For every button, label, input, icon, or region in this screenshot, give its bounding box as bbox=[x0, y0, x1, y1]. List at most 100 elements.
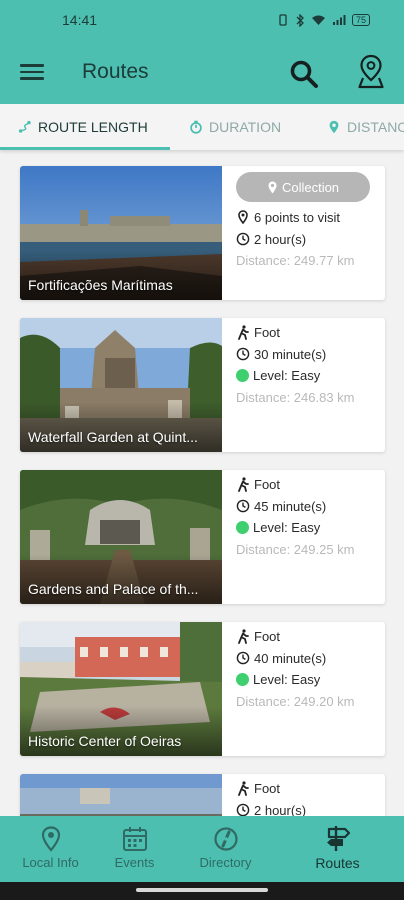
vibrate-icon bbox=[279, 14, 287, 26]
points-row: 6 points to visit bbox=[236, 207, 376, 229]
pin-icon bbox=[268, 181, 277, 193]
level-text: Level: Easy bbox=[253, 520, 321, 536]
compass-icon bbox=[213, 827, 238, 851]
home-indicator[interactable] bbox=[136, 888, 268, 892]
clock-icon bbox=[236, 347, 250, 361]
tab-label: DISTANC bbox=[347, 119, 404, 135]
duration-row: 40 minute(s) bbox=[236, 648, 376, 670]
walking-icon bbox=[238, 629, 249, 645]
duration-row: 2 hour(s) bbox=[236, 800, 376, 816]
system-navigation-bar bbox=[0, 882, 404, 900]
mode-row: Foot bbox=[236, 474, 376, 496]
walking-icon bbox=[238, 477, 249, 493]
tab-route-length[interactable]: ROUTE LENGTH bbox=[18, 104, 148, 150]
tab-distance[interactable]: DISTANC bbox=[327, 104, 404, 150]
distance-text: Distance: 246.83 km bbox=[236, 389, 355, 405]
map-location-icon[interactable] bbox=[358, 54, 384, 90]
wifi-icon bbox=[311, 15, 325, 25]
clock-icon bbox=[236, 803, 250, 816]
route-title: Fortificações Marítimas bbox=[28, 277, 173, 293]
map-pin-icon bbox=[41, 826, 60, 852]
nav-label: Events bbox=[114, 855, 155, 870]
route-list[interactable]: Fortificações Marítimas Collection 6 poi… bbox=[0, 150, 404, 816]
level-row: Level: Easy bbox=[236, 365, 376, 387]
tab-label: DURATION bbox=[209, 119, 282, 135]
clock-icon bbox=[236, 499, 250, 513]
clock-icon bbox=[236, 651, 250, 665]
hamburger-icon bbox=[20, 64, 44, 67]
route-photo: Waterfall Garden at Quint... bbox=[20, 318, 222, 452]
duration-row: 45 minute(s) bbox=[236, 496, 376, 518]
route-icon bbox=[18, 120, 31, 133]
duration-row: 2 hour(s) bbox=[236, 229, 376, 251]
mode-text: Foot bbox=[254, 325, 281, 341]
status-icons: 75 bbox=[277, 13, 370, 27]
menu-button[interactable] bbox=[20, 60, 44, 84]
tab-label: ROUTE LENGTH bbox=[38, 119, 148, 135]
battery-icon: 75 bbox=[351, 14, 370, 26]
route-details: Foot 40 minute(s) Level: Easy Distance: … bbox=[236, 626, 376, 712]
level-indicator bbox=[236, 369, 249, 383]
signpost-icon bbox=[326, 826, 350, 851]
mode-row: Foot bbox=[236, 322, 376, 344]
route-details: Foot 45 minute(s) Level: Easy Distance: … bbox=[236, 474, 376, 560]
duration-text: 40 minute(s) bbox=[254, 650, 327, 666]
mode-text: Foot bbox=[254, 629, 281, 645]
nav-events[interactable]: Events bbox=[84, 816, 185, 882]
distance-text: Distance: 249.20 km bbox=[236, 693, 355, 709]
nav-routes[interactable]: Routes bbox=[287, 816, 388, 882]
sort-tabs: ROUTE LENGTH DURATION DISTANC bbox=[0, 104, 404, 150]
hamburger-line bbox=[20, 70, 44, 73]
city-view-photo bbox=[20, 774, 222, 816]
mode-text: Foot bbox=[254, 781, 281, 797]
duration-text: 45 minute(s) bbox=[254, 498, 327, 514]
clock-icon bbox=[236, 232, 250, 246]
route-card-fortificacoes[interactable]: Fortificações Marítimas Collection 6 poi… bbox=[20, 166, 385, 300]
nav-label: Routes bbox=[315, 855, 360, 871]
route-details: Collection 6 points to visit 2 hour(s) D… bbox=[236, 170, 376, 272]
route-photo: Fortificações Marítimas bbox=[20, 166, 222, 300]
mode-text: Foot bbox=[254, 477, 281, 493]
status-time: 14:41 bbox=[62, 12, 98, 28]
route-card-historic-center[interactable]: Historic Center of Oeiras Foot 40 minute… bbox=[20, 622, 385, 756]
stopwatch-icon bbox=[190, 120, 202, 134]
pin-icon bbox=[329, 120, 339, 134]
mode-row: Foot bbox=[236, 778, 376, 800]
route-title: Gardens and Palace of th... bbox=[28, 581, 199, 597]
mode-row: Foot bbox=[236, 626, 376, 648]
search-icon[interactable] bbox=[289, 59, 319, 89]
route-details: Foot 2 hour(s) bbox=[236, 778, 376, 816]
signal-icon bbox=[332, 15, 346, 25]
route-photo: Gardens and Palace of th... bbox=[20, 470, 222, 604]
bluetooth-icon bbox=[296, 13, 304, 27]
route-photo bbox=[20, 774, 222, 816]
route-photo: Historic Center of Oeiras bbox=[20, 622, 222, 756]
route-card-partial[interactable]: Foot 2 hour(s) bbox=[20, 774, 385, 816]
nav-label: Directory bbox=[199, 855, 252, 870]
duration-text: 2 hour(s) bbox=[254, 231, 307, 247]
calendar-icon bbox=[122, 827, 147, 851]
duration-text: 30 minute(s) bbox=[254, 346, 327, 362]
duration-text: 2 hour(s) bbox=[254, 802, 307, 816]
status-bar: 14:41 75 bbox=[0, 0, 404, 40]
level-row: Level: Easy bbox=[236, 517, 376, 539]
distance-text: Distance: 249.25 km bbox=[236, 541, 355, 557]
tab-duration[interactable]: DURATION bbox=[189, 104, 281, 150]
nav-directory[interactable]: Directory bbox=[175, 816, 276, 882]
route-card-waterfall-garden[interactable]: Waterfall Garden at Quint... Foot 30 min… bbox=[20, 318, 385, 452]
duration-row: 30 minute(s) bbox=[236, 344, 376, 366]
collection-badge[interactable]: Collection bbox=[236, 172, 370, 202]
level-row: Level: Easy bbox=[236, 669, 376, 691]
page-title: Routes bbox=[82, 60, 149, 83]
walking-icon bbox=[238, 325, 249, 341]
level-text: Level: Easy bbox=[253, 368, 321, 384]
route-card-gardens-palace[interactable]: Gardens and Palace of th... Foot 45 minu… bbox=[20, 470, 385, 604]
walking-icon bbox=[238, 781, 249, 797]
points-text: 6 points to visit bbox=[254, 210, 340, 226]
pin-icon bbox=[238, 210, 248, 225]
hamburger-line bbox=[20, 77, 44, 80]
level-indicator bbox=[236, 673, 249, 687]
app-bar: Routes bbox=[0, 40, 404, 104]
nav-label: Local Info bbox=[22, 855, 79, 870]
badge-label: Collection bbox=[281, 179, 340, 195]
